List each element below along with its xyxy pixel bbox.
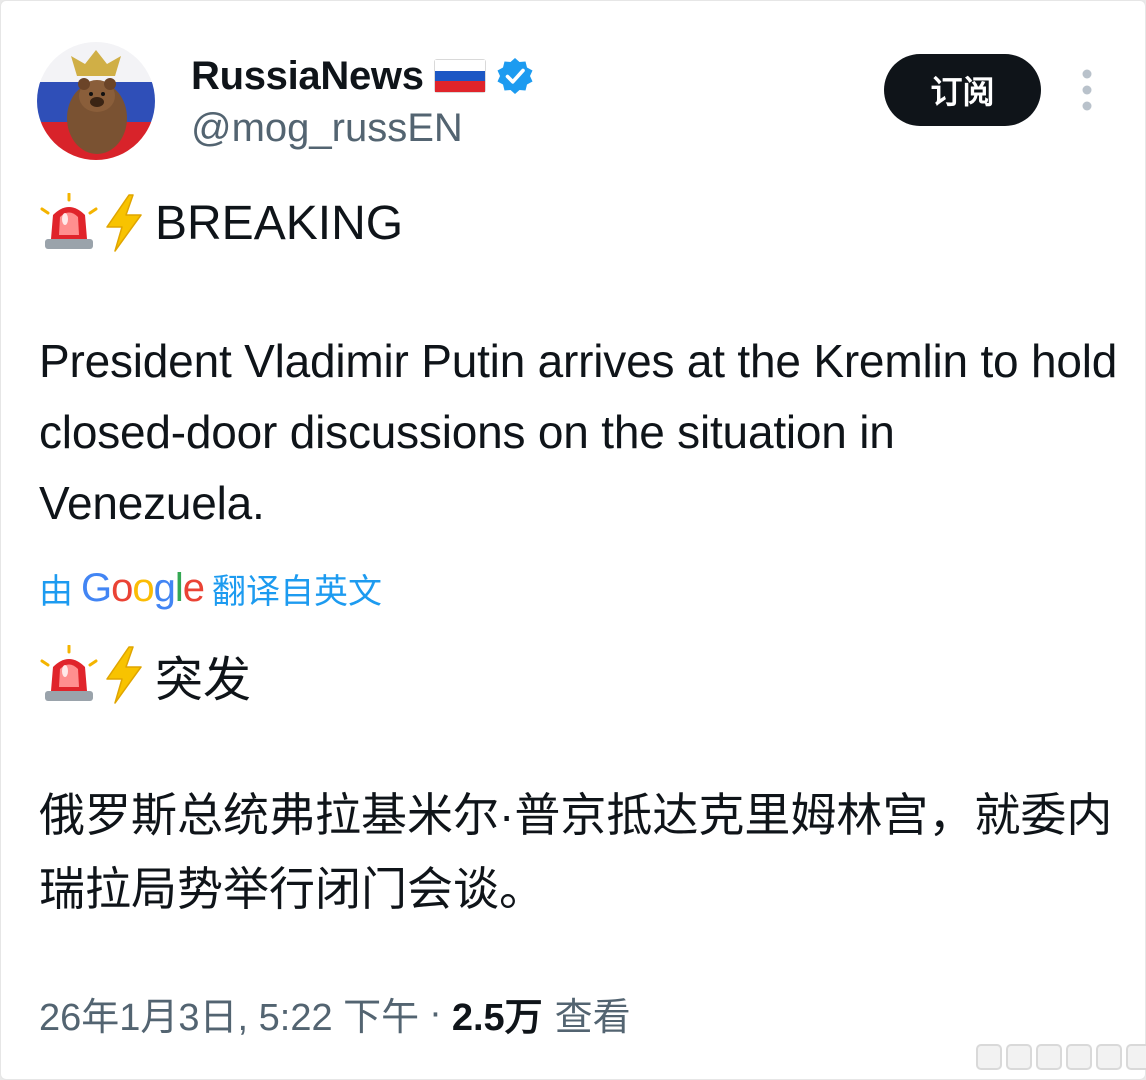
author-display-name[interactable]: RussiaNews (191, 54, 424, 99)
timestamp[interactable]: 26年1月3日, 5:22 下午 (39, 986, 419, 1041)
tweet-meta: 26年1月3日, 5:22 下午 · 2.5万 查看 (39, 986, 631, 1040)
headline-line: BREAKING (39, 191, 403, 255)
tweet-card: RussiaNews @mog_russEN 订阅 BREAKING Presi… (0, 0, 1146, 1080)
view-count: 2.5万 (451, 996, 543, 1039)
author-avatar[interactable] (37, 42, 155, 160)
translation-attribution[interactable]: 由 Google 翻译自英文 (39, 561, 382, 615)
lightning-icon (106, 194, 142, 252)
translated-headline-line: 突发 (39, 643, 251, 707)
tweet-body: President Vladimir Putin arrives at the … (39, 335, 1118, 529)
author-name-row[interactable]: RussiaNews (191, 51, 534, 101)
translated-body: 俄罗斯总统弗拉基米尔·普京抵达克里姆林宫，就委内瑞拉局势举行闭门会谈。 (39, 789, 1113, 915)
more-vertical-icon[interactable] (1073, 67, 1101, 113)
translation-prefix: 由 (39, 572, 73, 611)
watermark (976, 1044, 1146, 1070)
author-handle[interactable]: @mog_russEN (191, 106, 463, 151)
subscribe-button[interactable]: 订阅 (884, 54, 1041, 126)
russia-flag-icon (433, 59, 486, 93)
bear-avatar-icon (37, 42, 155, 160)
translated-headline-text: 突发 (155, 654, 252, 707)
view-label: 查看 (554, 996, 631, 1039)
verified-badge-icon (497, 58, 533, 94)
lightning-icon (106, 646, 142, 704)
siren-icon (40, 645, 98, 701)
translation-suffix: 翻译自英文 (212, 572, 383, 611)
google-logo: Google (81, 565, 205, 610)
siren-icon (40, 193, 98, 249)
headline-text: BREAKING (155, 196, 404, 250)
meta-separator: · (429, 991, 442, 1034)
